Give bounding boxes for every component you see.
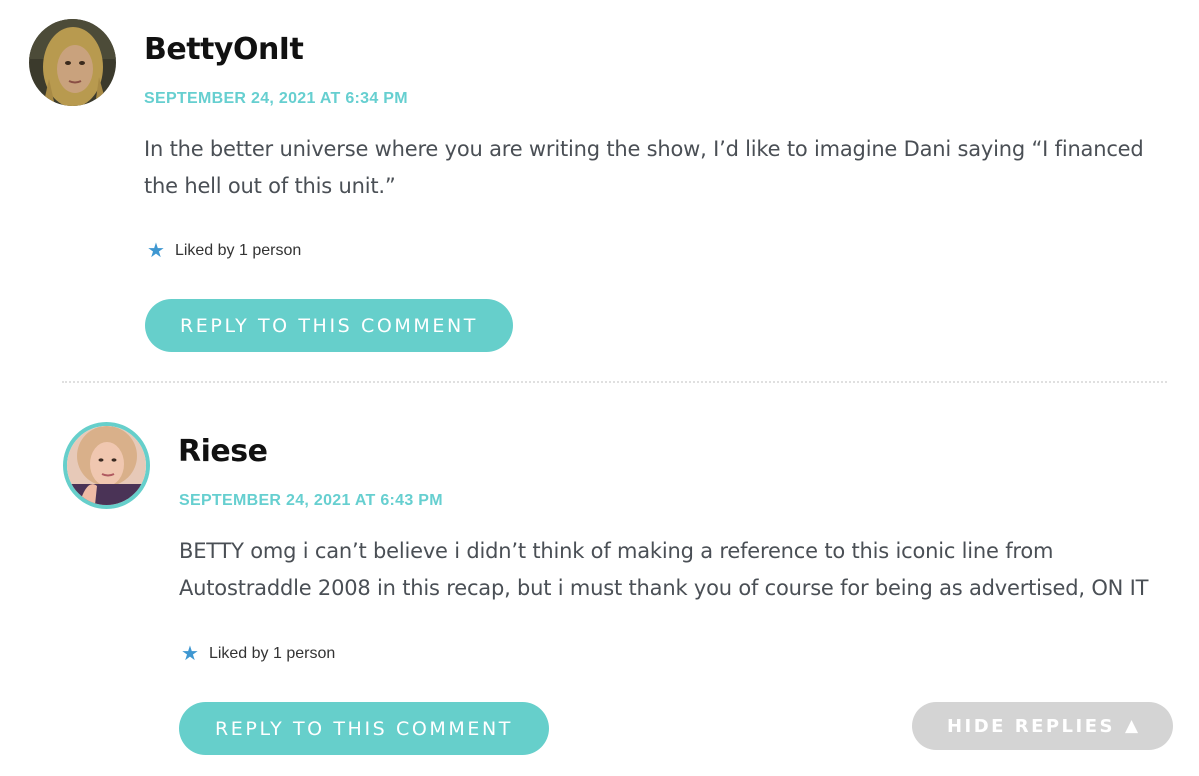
avatar-bettyonit[interactable] (29, 19, 116, 106)
hide-replies-button[interactable]: HIDE REPLIES ▲ (912, 702, 1173, 750)
comment-date-link[interactable]: SEPTEMBER 24, 2021 AT 6:43 PM (179, 492, 443, 510)
likes-text: Liked by 1 person (208, 645, 336, 662)
hide-replies-label: HIDE REPLIES (946, 715, 1115, 737)
likes-indicator[interactable]: ★ Liked by 1 person (147, 241, 301, 261)
avatar-image (67, 426, 146, 505)
reply-button[interactable]: REPLY TO THIS COMMENT (145, 299, 513, 352)
comment-author: Riese (178, 434, 268, 469)
avatar-riese[interactable] (63, 422, 150, 509)
comment-divider (62, 381, 1167, 383)
comment-author: BettyOnIt (144, 32, 304, 67)
star-icon: ★ (181, 643, 199, 665)
triangle-up-icon: ▲ (1124, 716, 1139, 736)
star-icon: ★ (147, 240, 165, 262)
comment-text: In the better universe where you are wri… (144, 137, 1144, 198)
reply-button[interactable]: REPLY TO THIS COMMENT (179, 702, 549, 755)
comment-text: BETTY omg i can’t believe i didn’t think… (179, 539, 1149, 600)
comment-date-link[interactable]: SEPTEMBER 24, 2021 AT 6:34 PM (144, 90, 408, 108)
avatar-image (29, 19, 116, 106)
likes-text: Liked by 1 person (174, 242, 302, 259)
likes-indicator[interactable]: ★ Liked by 1 person (181, 644, 335, 664)
